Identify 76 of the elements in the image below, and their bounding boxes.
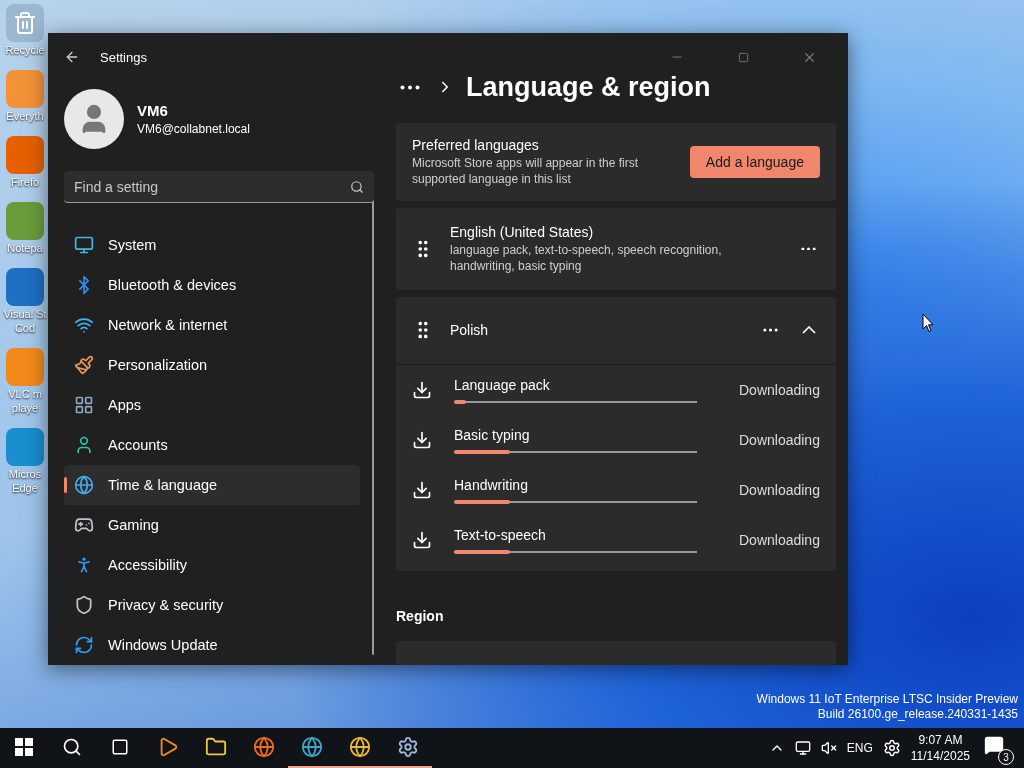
back-icon[interactable] [64, 49, 80, 65]
user-name: VM6 [137, 102, 169, 119]
feature-name: Text-to-speech [454, 526, 547, 543]
desktop-icon-label: Notepa [7, 242, 43, 254]
download-status: Downloading [739, 381, 820, 398]
search-icon [350, 180, 364, 194]
section-heading: Region [396, 607, 445, 624]
system-icon [74, 235, 94, 255]
nav-item[interactable]: Personalization [64, 345, 360, 385]
nav-item[interactable]: Windows Update [64, 625, 360, 665]
nav-item[interactable]: Accounts [64, 425, 360, 465]
update-icon [74, 635, 94, 655]
download-icon [412, 379, 432, 400]
download-status: Downloading [739, 431, 820, 448]
download-icon [412, 479, 432, 500]
nav-item[interactable]: Bluetooth & devices [64, 265, 360, 305]
accounts-icon [74, 435, 94, 455]
folder-icon [205, 736, 227, 758]
network-icon [74, 315, 94, 335]
search-icon [62, 737, 82, 757]
nav-item[interactable]: Network & internet [64, 305, 360, 345]
nav-item[interactable]: Accessibility [64, 545, 360, 585]
desktop-icon-label: Micros [8, 468, 42, 480]
desktop-icon-label: Visual St [3, 308, 47, 320]
download-icon [412, 529, 432, 550]
notifications-button[interactable]: 3 [980, 731, 1014, 765]
input-language[interactable]: ENG [846, 741, 873, 755]
gaming-icon [74, 515, 94, 535]
page-title: Language & region [466, 71, 711, 103]
avatar [64, 89, 124, 149]
download-status: Downloading [739, 531, 820, 548]
task-view-icon [111, 738, 129, 756]
privacy-icon [74, 595, 94, 615]
personalization-icon [74, 355, 94, 375]
user-email: VM6@collabnet.local [137, 122, 250, 136]
nav-item[interactable]: Privacy & security [64, 585, 360, 625]
window-title: Settings [100, 49, 148, 65]
windows-logo-icon [15, 738, 33, 756]
desktop-icon-label: Firefo [10, 176, 40, 188]
language-name: Polish [450, 322, 490, 339]
muted-speaker-icon[interactable] [820, 740, 837, 756]
ellipsis-icon [400, 84, 420, 90]
nav-item[interactable]: Gaming [64, 505, 360, 545]
settings-icon [397, 736, 419, 758]
os-watermark: Windows 11 IoT Enterprise LTSC Insider Preview [756, 692, 1018, 707]
nav-item[interactable]: System [64, 225, 360, 265]
speech-bubble-icon [984, 735, 1004, 755]
nav-item[interactable]: Time & language [64, 465, 360, 505]
desktop-icon-label: VLC m [8, 388, 42, 400]
apps-icon [74, 395, 94, 415]
feature-name: Basic typing [454, 426, 531, 443]
feature-name: Language pack [454, 376, 551, 393]
desktop-icon-label: Recycle [5, 44, 45, 56]
chevron-up-icon [801, 326, 816, 335]
clock[interactable]: 9:07 AM 11/14/2025 [910, 732, 970, 764]
os-watermark: Build 26100.ge_release.240331-1435 [816, 707, 1018, 722]
search-field[interactable]: Find a setting [64, 171, 374, 203]
setting-description: Microsoft Store apps will appear in the first supported language in this list [412, 154, 640, 187]
ellipsis-icon [800, 246, 816, 251]
download-icon [412, 429, 432, 450]
setting-title: Preferred languages [412, 136, 540, 153]
feature-name: Handwriting [454, 476, 529, 493]
nav-item[interactable]: Apps [64, 385, 360, 425]
desktop-icon-label: Edge [12, 482, 38, 494]
add-language-button[interactable]: Add a language [689, 145, 820, 178]
settings-icon[interactable] [882, 739, 901, 757]
maximize-icon [737, 51, 749, 63]
download-status: Downloading [739, 481, 820, 498]
network-icon[interactable] [794, 740, 811, 756]
mouse-pointer-icon [922, 313, 934, 333]
desktop-icon-label: playe [11, 402, 39, 414]
desktop-icon-label: Cod [14, 322, 36, 334]
ellipsis-icon [762, 328, 778, 332]
desktop-icon-label: Everyth [6, 110, 44, 122]
language-name: English (United States) [450, 223, 595, 240]
language-details: language pack, text-to-speech, speech recognition, handwriting, basic typing [450, 241, 723, 274]
